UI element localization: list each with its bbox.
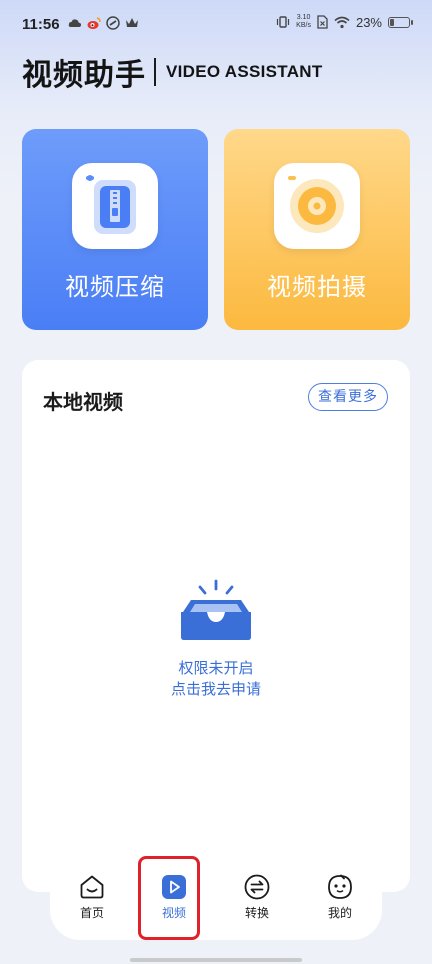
notification-icons <box>68 16 139 30</box>
wifi-icon <box>334 16 350 28</box>
nav-item-home[interactable]: 首页 <box>62 874 122 921</box>
compress-icon <box>72 163 158 249</box>
weibo-icon <box>87 17 101 29</box>
video-compress-label: 视频压缩 <box>65 273 165 301</box>
status-right-group: 3.10 KB/s 23% <box>276 14 413 30</box>
local-videos-title: 本地视频 <box>43 390 123 414</box>
status-time: 11:56 <box>22 16 60 33</box>
video-shoot-label: 视频拍摄 <box>267 273 367 301</box>
home-indicator[interactable] <box>130 958 302 962</box>
battery-percent: 23% <box>355 14 382 30</box>
permission-status-text: 权限未开启 <box>178 659 254 677</box>
highlight-annotation <box>138 856 200 940</box>
network-speed-unit: KB/s <box>296 22 311 29</box>
battery-icon <box>388 16 413 28</box>
app-subtitle: VIDEO ASSISTANT <box>166 62 323 81</box>
video-shoot-card[interactable]: 视频拍摄 <box>224 129 410 330</box>
video-compress-card[interactable]: 视频压缩 <box>22 129 208 330</box>
nav-label-mine: 我的 <box>327 906 352 920</box>
bottom-nav: 首页 视频 转换 我的 <box>50 860 382 940</box>
nav-item-mine[interactable]: 我的 <box>310 874 370 921</box>
status-bar: 11:56 3.10 KB/s 23% <box>0 0 432 50</box>
network-speed-value: 3.10 <box>296 14 311 21</box>
app-title: 视频助手 <box>22 58 146 93</box>
home-icon <box>80 875 104 899</box>
request-permission-link[interactable]: 点击我去申请 <box>22 678 410 699</box>
view-more-button[interactable]: 查看更多 <box>308 383 388 411</box>
profile-face-icon <box>328 874 352 899</box>
empty-inbox-icon <box>181 579 251 640</box>
nav-label-convert: 转换 <box>244 906 269 920</box>
battery-level-fill <box>390 18 394 26</box>
camera-disc-icon <box>274 163 360 249</box>
link-icon <box>106 16 120 30</box>
nav-item-convert[interactable]: 转换 <box>227 874 287 921</box>
app-header: 视频助手 VIDEO ASSISTANT <box>22 50 323 94</box>
local-videos-panel: 本地视频 查看更多 权限未开启 点击我去申请 <box>22 360 410 892</box>
crown-icon <box>126 18 138 27</box>
sim-card-icon <box>317 15 328 29</box>
swap-icon <box>244 874 270 900</box>
cloud-icon <box>68 19 82 27</box>
nav-label-home: 首页 <box>79 906 104 920</box>
vibrate-icon <box>277 16 290 28</box>
title-divider <box>154 58 156 86</box>
network-speed: 3.10 KB/s <box>296 14 311 30</box>
